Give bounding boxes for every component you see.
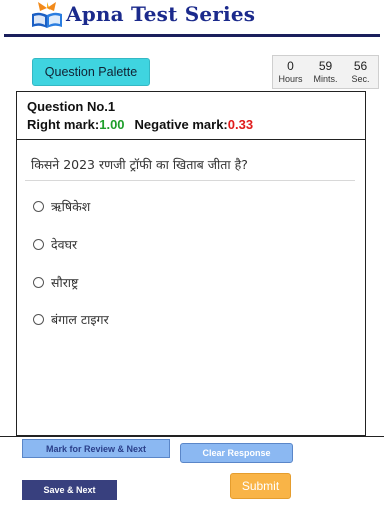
negative-mark-label: Negative mark:: [134, 117, 228, 132]
header-divider: [4, 34, 380, 37]
timer-minutes-value: 59: [318, 59, 333, 73]
question-panel: Question No.1 Right mark:1.00 Negative ma…: [16, 91, 366, 436]
mark-review-next-button[interactable]: Mark for Review & Next: [22, 439, 170, 458]
option-label: ऋषिकेश: [51, 199, 91, 214]
option-2[interactable]: देवघर: [33, 236, 77, 253]
option-label: बंगाल टाइगर: [51, 312, 109, 327]
question-divider: [25, 180, 355, 181]
radio-button[interactable]: [33, 314, 44, 325]
clear-response-button[interactable]: Clear Response: [180, 443, 293, 463]
countdown-timer: 0 Hours 59 Mints. 56 Sec.: [272, 55, 379, 89]
timer-seconds: 56 Sec.: [343, 56, 378, 88]
option-1[interactable]: ऋषिकेश: [33, 198, 90, 215]
timer-seconds-value: 56: [353, 59, 368, 73]
marking-scheme: Right mark:1.00 Negative mark:0.33: [27, 117, 365, 133]
right-mark-value: 1.00: [99, 117, 125, 132]
option-label: देवघर: [51, 237, 78, 252]
negative-mark-value: 0.33: [227, 117, 254, 132]
radio-button[interactable]: [33, 277, 44, 288]
option-3[interactable]: सौराष्ट्र: [33, 274, 78, 291]
question-text: किसने 2023 रणजी ट्रॉफी का खिताब जीता है?: [31, 157, 248, 172]
question-number: Question No.1: [27, 99, 116, 114]
brand-title: Apna Test Series: [66, 2, 256, 26]
save-next-button[interactable]: Save & Next: [22, 480, 117, 500]
footer-divider: [0, 436, 384, 437]
right-mark-label: Right mark:: [27, 117, 100, 132]
timer-minutes: 59 Mints.: [308, 56, 343, 88]
timer-hours: 0 Hours: [273, 56, 308, 88]
timer-minutes-label: Mints.: [313, 74, 338, 84]
radio-button[interactable]: [33, 239, 44, 250]
timer-seconds-label: Sec.: [351, 74, 370, 84]
timer-hours-label: Hours: [278, 74, 303, 84]
question-palette-button[interactable]: Question Palette: [32, 58, 150, 86]
question-info: Question No.1 Right mark:1.00 Negative ma…: [17, 92, 365, 140]
option-label: सौराष्ट्र: [51, 275, 79, 290]
radio-button[interactable]: [33, 201, 44, 212]
app-header: Apna Test Series: [0, 0, 384, 38]
submit-button[interactable]: Submit: [230, 473, 291, 499]
timer-hours-value: 0: [287, 59, 294, 73]
open-book-logo-icon: [32, 2, 62, 28]
option-4[interactable]: बंगाल टाइगर: [33, 311, 109, 328]
